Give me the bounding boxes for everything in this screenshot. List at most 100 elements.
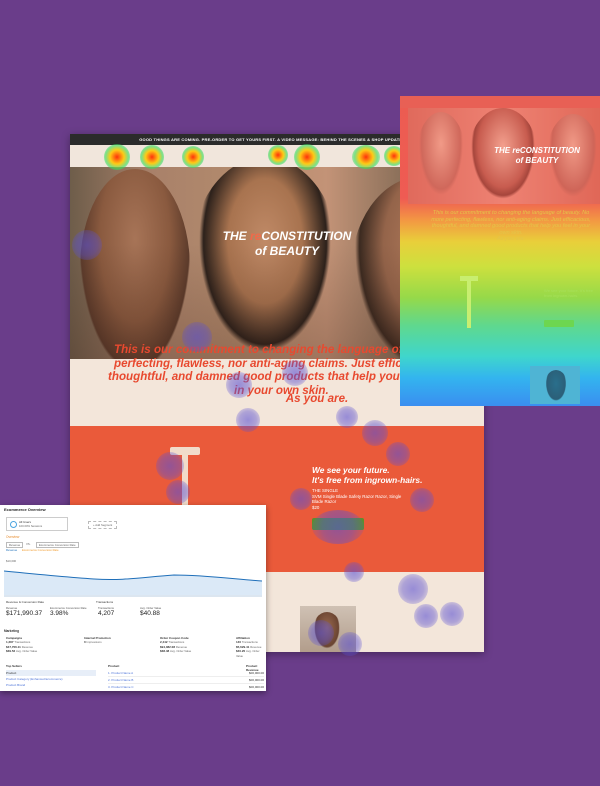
heat-title-line2: of BEAUTY <box>515 156 559 165</box>
heatmap-click-area <box>336 406 358 428</box>
stat-transactions: Transactions 4,207 <box>98 606 114 617</box>
scroll-heatmap-screenshot: THE reCONSTITUTION of BEAUTY This is our… <box>400 96 600 406</box>
heatmap-click-area <box>398 574 428 604</box>
segment-chip[interactable]: All Users 100.00% Sessions <box>6 517 68 531</box>
heatmap-click-area <box>72 230 102 260</box>
vs-label: VS. <box>26 542 31 546</box>
heatmap-click-area <box>166 480 190 504</box>
top-sellers-label: Top Sellers <box>6 664 22 668</box>
product-link[interactable]: 2. Product Name B <box>108 677 133 683</box>
heatmap-click-area <box>282 360 308 386</box>
product-description: THE SINGLE SVM Single Blade Safety Razor… <box>312 488 402 510</box>
mkt-value: 2,442 <box>160 640 168 645</box>
mkt-sublabel: Revenue <box>175 644 188 649</box>
heatmap-hotspot <box>294 144 320 170</box>
hero-title-line2: of BEAUTY <box>255 244 319 258</box>
heat-future-text: We see your future. It's free from ingro… <box>544 288 593 298</box>
mkt-value: $5,629.41 <box>236 644 250 649</box>
segment-icon <box>10 521 17 528</box>
heat-razor-handle <box>467 280 471 328</box>
marketing-col: Campaigns 1,287 Transactions $47,706.11 … <box>6 636 76 654</box>
section-revenue-label: Revenue & Conversion Rate <box>6 600 45 604</box>
marketing-col: Affiliation 140 Transactions $5,629.41 R… <box>236 636 266 658</box>
product-price: $20 <box>312 504 320 510</box>
heatmap-click-area <box>308 620 334 646</box>
heatmap-hotspot <box>352 145 380 169</box>
table-row: 3. Product Name C $00,000.00 <box>108 684 264 690</box>
heat-navbar <box>400 96 600 108</box>
hero-title: THE reCONSTITUTION of BEAUTY <box>202 229 372 259</box>
heatmap-hotspot <box>268 145 288 165</box>
stat-revenue: Revenue $171,990.37 <box>6 606 42 617</box>
mkt-sublabel: Avg. Order Value <box>16 649 38 654</box>
ecommerce-analytics-panel: Ecommerce Overview All Users 100.00% Ses… <box>0 505 266 691</box>
hero-title-rest: CONSTITUTION <box>261 229 352 243</box>
product-link[interactable]: 1. Product Name A <box>108 670 133 676</box>
legend-revenue: Revenue <box>6 548 18 552</box>
add-segment-button[interactable]: + Add Segment <box>88 521 118 529</box>
heat-mission-tag: As you are. <box>496 236 526 243</box>
legend-conversion: Ecommerce Conversion Rate <box>21 548 59 552</box>
marketing-col: Internal Promotion 0 Impressions <box>84 636 144 645</box>
hero-title-prefix: THE <box>222 229 250 243</box>
heat-mission-text: This is our commitment to changing the l… <box>431 210 591 236</box>
heat-hero-title: THE reCONSTITUTION of BEAUTY <box>482 146 592 166</box>
product-revenue: $00,000.00 <box>248 685 264 689</box>
overview-label: Overview <box>6 535 20 539</box>
heatmap-click-area <box>226 372 252 398</box>
mkt-value: 1,287 <box>6 640 14 645</box>
heatmap-click-area <box>156 452 184 480</box>
analytics-title: Ecommerce Overview <box>4 507 46 512</box>
heatmap-hotspot <box>104 144 130 170</box>
future-line2: It's free from ingrown-hairs. <box>312 475 423 485</box>
heat-testimonial-photo <box>530 366 580 404</box>
product-desc-text: SVM Single Blade Safety Razor Razor, Sin… <box>312 493 402 505</box>
mkt-sublabel: Revenue <box>250 644 262 649</box>
heatmap-click-area <box>338 632 362 656</box>
heat-mission-statement: This is our commitment to changing the l… <box>426 210 596 243</box>
heatmap-click-area <box>236 408 260 432</box>
heatmap-click-area <box>290 488 312 510</box>
table-row: 1. Product Name A $00,000.00 <box>108 670 264 677</box>
mkt-sublabel: Avg. Order Value <box>170 649 192 654</box>
stat-value: 3.98% <box>50 610 69 617</box>
mkt-value: $47,706.11 <box>6 644 21 649</box>
mkt-sublabel: Transactions <box>168 640 185 645</box>
heatmap-click-area <box>386 442 410 466</box>
future-line1: We see your future. <box>312 465 390 475</box>
mkt-value: $38.48 <box>160 649 170 654</box>
mkt-value: 140 <box>236 640 242 645</box>
stat-value: $171,990.37 <box>6 610 43 617</box>
mkt-value: $39.52 <box>6 649 16 654</box>
stat-value: 4,207 <box>98 610 115 617</box>
heatmap-click-area <box>410 488 434 512</box>
product-revenue: $00,000.00 <box>248 671 264 675</box>
chart-legend: Revenue Ecommerce Conversion Rate <box>6 548 59 552</box>
col-product-header: Product <box>108 664 120 668</box>
heatmap-hotspot <box>140 145 164 169</box>
top-sellers-dimension-list: Product Product Category (Enhanced Ecomm… <box>6 670 96 688</box>
stat-conversion: Ecommerce Conversion Rate 3.98% <box>50 606 87 617</box>
mkt-sublabel: Impressions <box>86 640 102 645</box>
mkt-value: 0 <box>84 640 86 645</box>
heatmap-click-area <box>440 602 464 626</box>
stat-aov: Avg. Order Value $40.88 <box>140 606 161 617</box>
dimension-item[interactable]: Product Brand <box>6 682 96 688</box>
revenue-line-chart <box>4 570 262 597</box>
heatmap-hotspot <box>182 146 204 168</box>
heat-cta-button[interactable] <box>544 320 574 327</box>
heatmap-click-area <box>312 510 364 544</box>
table-row: 2. Product Name B $00,000.00 <box>108 677 264 684</box>
hero-title-accent: re <box>250 229 262 243</box>
heatmap-click-area <box>344 562 364 582</box>
product-link[interactable]: 3. Product Name C <box>108 684 134 690</box>
heat-title-line1: THE reCONSTITUTION <box>494 146 580 155</box>
segment-sublabel: 100.00% Sessions <box>19 524 43 528</box>
marketing-col: Order Coupon Code 2,442 Transactions $94… <box>160 636 230 654</box>
future-headline: We see your future. It's free from ingro… <box>312 465 472 485</box>
mkt-sublabel: Transactions <box>241 640 258 645</box>
heat-person-left <box>416 112 466 202</box>
mkt-sublabel: Transactions <box>14 640 31 645</box>
mkt-sublabel: Revenue <box>21 644 33 649</box>
mkt-value: $40.20 <box>236 649 246 654</box>
